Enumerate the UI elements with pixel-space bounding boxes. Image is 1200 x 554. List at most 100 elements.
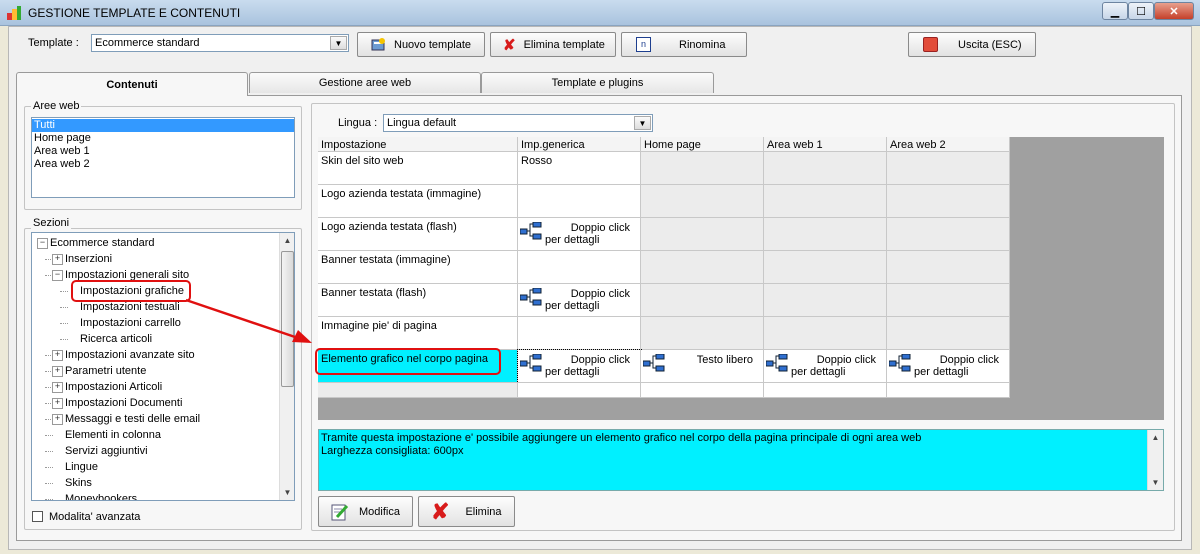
list-item[interactable]: Tutti <box>32 119 294 132</box>
tree-item[interactable]: Servizi aggiuntivi <box>65 443 148 459</box>
grid-cell[interactable]: Doppio click per dettagli <box>517 349 642 384</box>
grid-cell[interactable]: Rosso <box>518 152 641 185</box>
tab-gestione-aree-web[interactable]: Gestione aree web <box>249 72 481 93</box>
grid-row-label[interactable]: Banner testata (immagine) <box>318 251 518 284</box>
tree-item[interactable]: Impostazioni Articoli <box>65 379 162 395</box>
grid-cell[interactable] <box>887 185 1010 218</box>
grid-row-label[interactable]: Immagine pie' di pagina <box>318 317 518 350</box>
tree-item[interactable]: Moneybookers <box>65 491 137 500</box>
grid-cell[interactable] <box>887 152 1010 185</box>
grid-cell[interactable] <box>641 185 764 218</box>
grid-cell[interactable] <box>518 251 641 284</box>
grid-cell[interactable] <box>641 218 764 251</box>
grid-cell-empty[interactable] <box>641 383 764 398</box>
expand-icon[interactable]: + <box>52 398 63 409</box>
grid-cell[interactable] <box>641 251 764 284</box>
grid-cell[interactable] <box>518 185 641 218</box>
grid-cell[interactable] <box>764 152 887 185</box>
tree-item[interactable]: Impostazioni avanzate sito <box>65 347 195 363</box>
description-box: Tramite questa impostazione e' possibile… <box>318 429 1164 491</box>
modify-button[interactable]: Modifica <box>318 496 413 527</box>
scroll-up-icon[interactable]: ▲ <box>1148 430 1163 445</box>
grid-row-label[interactable]: Logo azienda testata (flash) <box>318 218 518 251</box>
grid-cell[interactable] <box>887 251 1010 284</box>
expand-icon[interactable]: + <box>52 366 63 377</box>
grid-row-label[interactable]: Banner testata (flash) <box>318 284 518 317</box>
grid-cell-empty[interactable] <box>887 383 1010 398</box>
app-icon <box>6 5 22 21</box>
link-icon <box>520 354 542 372</box>
aree-web-list[interactable]: Tutti Home page Area web 1 Area web 2 <box>31 117 295 198</box>
grid-cell[interactable]: Testo libero <box>641 350 764 383</box>
tree-item[interactable]: Impostazioni carrello <box>80 315 181 331</box>
list-item[interactable]: Home page <box>32 132 294 145</box>
grid-cell[interactable]: Doppio click per dettagli <box>764 350 887 383</box>
tree-item[interactable]: Messaggi e testi delle email <box>65 411 200 427</box>
description-line-2: Larghezza consigliata: 600px <box>321 445 464 457</box>
grid-cell-empty[interactable] <box>518 383 641 398</box>
column-header[interactable]: Area web 1 <box>764 137 887 152</box>
grid-cell[interactable] <box>764 251 887 284</box>
tree-item[interactable]: Inserzioni <box>65 251 112 267</box>
tree-item[interactable]: Lingue <box>65 459 98 475</box>
chevron-down-icon[interactable]: ▼ <box>330 36 347 50</box>
grid-cell[interactable]: Doppio click per dettagli <box>518 218 641 251</box>
tree-item[interactable]: Ecommerce standard <box>50 235 155 251</box>
expand-icon[interactable]: + <box>52 382 63 393</box>
grid-cell[interactable] <box>887 284 1010 317</box>
list-item[interactable]: Area web 2 <box>32 158 294 171</box>
column-header[interactable]: Impostazione <box>318 137 518 152</box>
grid-cell[interactable] <box>518 317 641 350</box>
grid-cell[interactable] <box>641 317 764 350</box>
collapse-icon[interactable]: − <box>52 270 63 281</box>
grid-cell[interactable] <box>764 218 887 251</box>
description-scrollbar[interactable]: ▲ ▼ <box>1147 430 1163 490</box>
sezioni-tree[interactable]: − Ecommerce standard + Inserzioni − Impostazi… <box>31 232 295 501</box>
grid-cell[interactable] <box>764 185 887 218</box>
tree-item[interactable]: Impostazioni Documenti <box>65 395 182 411</box>
scroll-up-icon[interactable]: ▲ <box>280 233 294 248</box>
scroll-down-icon[interactable]: ▼ <box>280 485 294 500</box>
minimize-button[interactable]: ▁ <box>1102 2 1128 20</box>
grid-cell[interactable] <box>641 284 764 317</box>
grid-cell[interactable] <box>641 152 764 185</box>
grid-cell-empty[interactable] <box>318 383 518 398</box>
expand-icon[interactable]: + <box>52 254 63 265</box>
lingua-select[interactable]: Lingua default ▼ <box>383 114 653 132</box>
column-header[interactable]: Area web 2 <box>887 137 1010 152</box>
tree-item[interactable]: Ricerca articoli <box>80 331 152 347</box>
expand-icon[interactable]: + <box>52 414 63 425</box>
grid-cell[interactable] <box>764 284 887 317</box>
close-window-button[interactable]: ✕ <box>1154 2 1194 20</box>
advanced-mode-checkbox[interactable] <box>32 511 43 522</box>
grid-cell-empty[interactable] <box>764 383 887 398</box>
template-select[interactable]: Ecommerce standard ▼ <box>91 34 349 52</box>
scroll-down-icon[interactable]: ▼ <box>1148 475 1163 490</box>
column-header[interactable]: Home page <box>641 137 764 152</box>
grid-cell[interactable] <box>887 317 1010 350</box>
list-item[interactable]: Area web 1 <box>32 145 294 158</box>
grid-cell[interactable] <box>764 317 887 350</box>
tab-template-plugins[interactable]: Template e plugins <box>481 72 714 93</box>
tree-scrollbar[interactable]: ▲ ▼ <box>279 233 294 500</box>
tree-item[interactable]: Parametri utente <box>65 363 146 379</box>
template-select-value: Ecommerce standard <box>95 37 200 49</box>
delete-button[interactable]: ✘ Elimina <box>418 496 515 527</box>
delete-template-button[interactable]: ✘ Elimina template <box>490 32 616 57</box>
tree-item[interactable]: Elementi in colonna <box>65 427 161 443</box>
collapse-icon[interactable]: − <box>37 238 48 249</box>
grid-cell[interactable] <box>887 218 1010 251</box>
rename-button[interactable]: n Rinomina <box>621 32 747 57</box>
tab-contenuti[interactable]: Contenuti <box>16 72 248 96</box>
new-template-button[interactable]: Nuovo template <box>357 32 485 57</box>
grid-row-label[interactable]: Logo azienda testata (immagine) <box>318 185 518 218</box>
grid-cell[interactable]: Doppio click per dettagli <box>518 284 641 317</box>
expand-icon[interactable]: + <box>52 350 63 361</box>
maximize-button[interactable]: ☐ <box>1128 2 1154 20</box>
column-header[interactable]: Imp.generica <box>518 137 641 152</box>
grid-row-label[interactable]: Skin del sito web <box>318 152 518 185</box>
tree-item[interactable]: Skins <box>65 475 92 491</box>
grid-cell[interactable]: Doppio click per dettagli <box>887 350 1010 383</box>
exit-button[interactable]: Uscita (ESC) <box>908 32 1036 57</box>
chevron-down-icon[interactable]: ▼ <box>634 116 651 130</box>
